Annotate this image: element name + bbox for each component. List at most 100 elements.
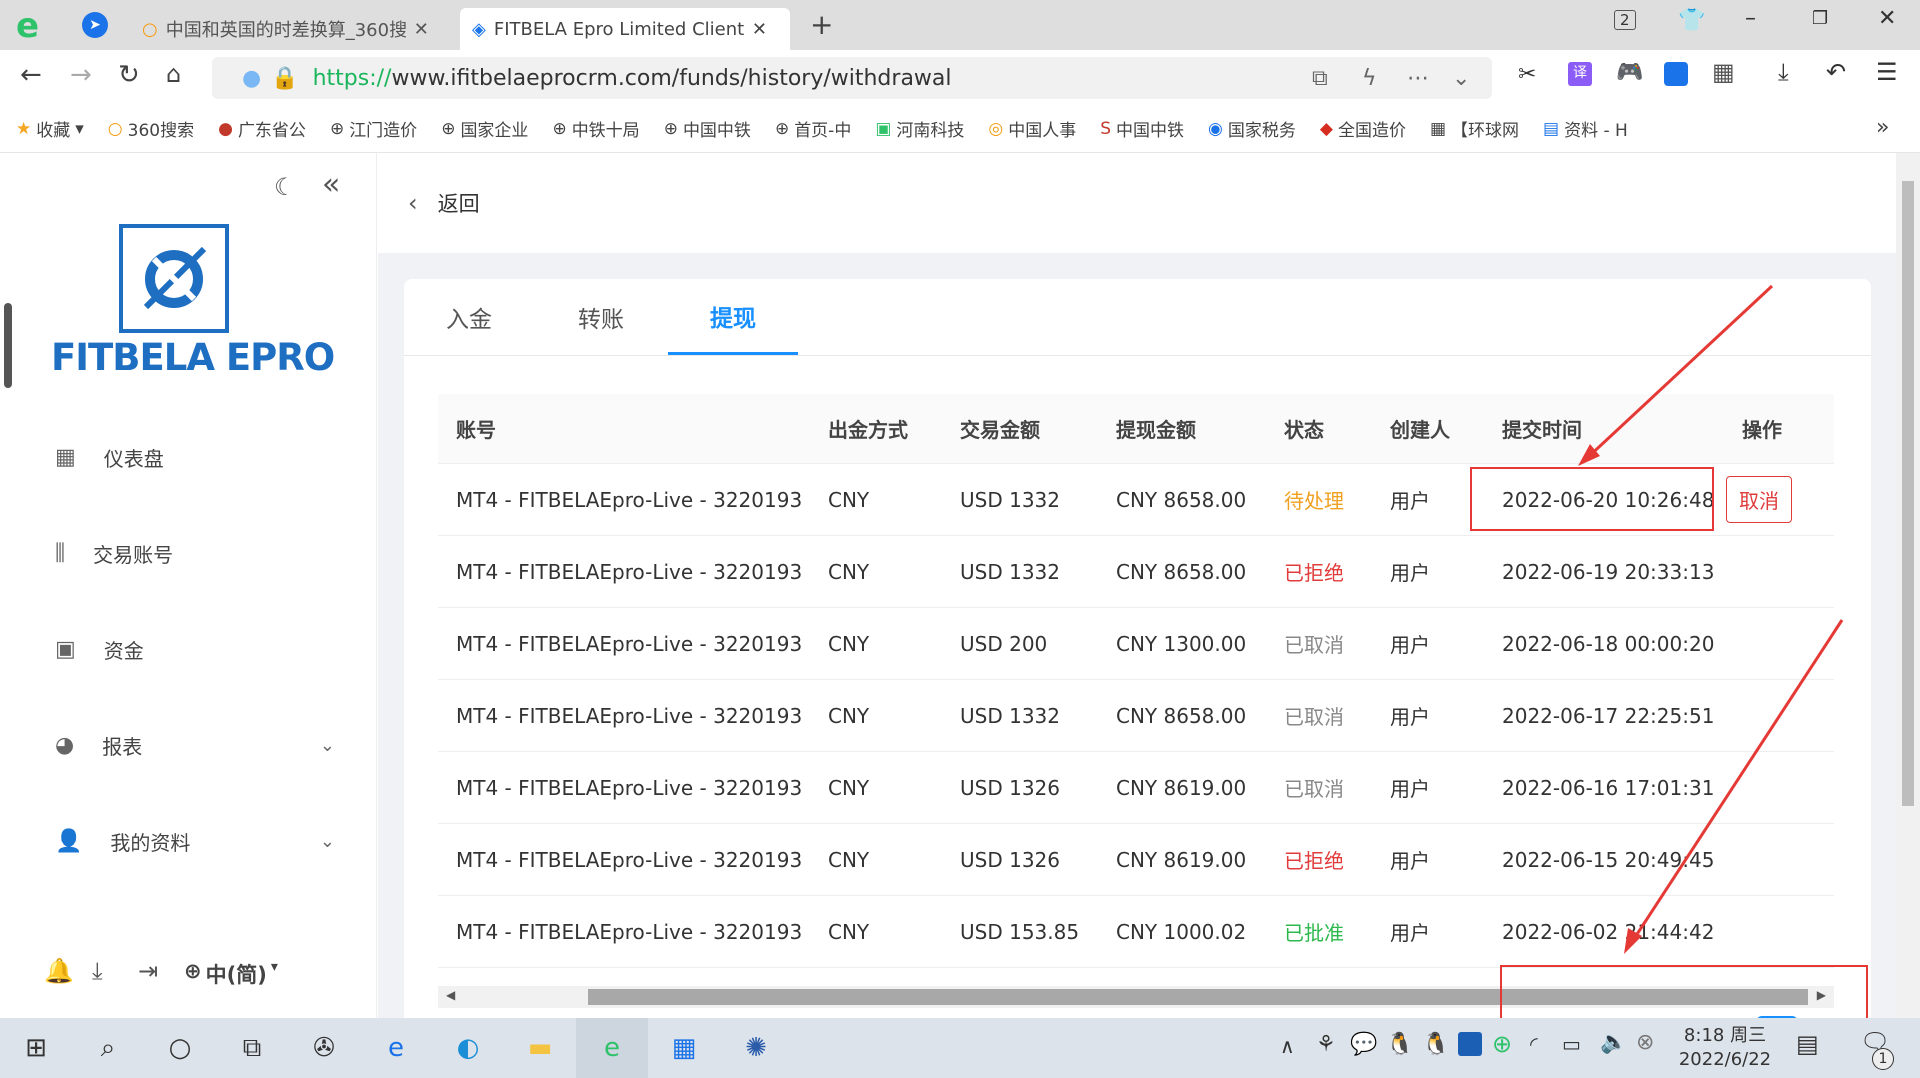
translate-ext-icon[interactable]: 译: [1568, 62, 1592, 86]
tray-baidu-icon[interactable]: ⚘: [1316, 1032, 1336, 1057]
disconnected-icon[interactable]: ⊗: [1636, 1030, 1654, 1055]
reload-icon[interactable]: ↻: [118, 60, 140, 90]
tray-app-icon[interactable]: [1458, 1032, 1482, 1056]
scissors-icon[interactable]: ✂: [1518, 62, 1536, 87]
tab-fitbela[interactable]: ◈ FITBELA Epro Limited Client ✕: [460, 8, 790, 50]
app-pinwheel[interactable]: ✇: [288, 1033, 360, 1063]
tray-360-icon[interactable]: ⊕: [1492, 1030, 1512, 1058]
battery-icon[interactable]: ▭: [1562, 1032, 1581, 1056]
search-icon: ⌕: [100, 1032, 116, 1063]
app-store[interactable]: ▦: [648, 1033, 720, 1063]
extension-icon[interactable]: [1664, 62, 1688, 86]
task-view-button[interactable]: ⧉: [216, 1033, 288, 1064]
cell-submit-time: 2022-06-02 21:44:42: [1502, 919, 1715, 944]
app-explorer[interactable]: ▬: [504, 1033, 576, 1063]
collapse-sidebar-icon[interactable]: «: [322, 167, 340, 202]
cell-status: 已批准: [1284, 921, 1344, 945]
close-tab-icon[interactable]: ✕: [752, 19, 767, 40]
bookmark[interactable]: ▤ 资料 - H: [1543, 116, 1628, 142]
start-button[interactable]: ⊞: [0, 1033, 72, 1063]
show-hidden-icons[interactable]: ∧: [1280, 1034, 1295, 1058]
bookmark[interactable]: ⊕ 江门造价: [330, 116, 417, 142]
apps-icon[interactable]: ▦: [1712, 58, 1735, 86]
url-input[interactable]: ● 🔒 https:// www.ifitbelaeprocrm.com/fun…: [212, 57, 1492, 99]
sidebar-item-funds[interactable]: ▣ 资金: [55, 635, 335, 664]
bookmark[interactable]: ⊕ 中铁十局: [552, 116, 639, 142]
bookmark[interactable]: ⊕ 中国中铁: [664, 116, 751, 142]
language-select[interactable]: ⊕ 中(简) ▾: [184, 959, 278, 989]
wifi-icon[interactable]: ◜: [1530, 1032, 1538, 1056]
app-ie[interactable]: e: [360, 1033, 432, 1063]
app-edge[interactable]: ◐: [432, 1033, 504, 1063]
address-bar-row: ← → ↻ ⌂ ● 🔒 https:// www.ifitbelaeprocrm…: [0, 50, 1920, 105]
lightning-icon[interactable]: ϟ: [1362, 66, 1377, 91]
bookmark[interactable]: ▦ 【环球网: [1429, 116, 1519, 142]
bookmark[interactable]: ▣ 河南科技: [875, 116, 964, 142]
bookmark[interactable]: ○ 360搜索: [108, 116, 194, 142]
site-icon: ◎: [988, 118, 1004, 139]
tray-wechat-icon[interactable]: 💬: [1350, 1032, 1377, 1057]
bookmark[interactable]: ◉ 国家税务: [1208, 116, 1296, 142]
game-icon[interactable]: 🎮: [1616, 60, 1643, 85]
bookmark[interactable]: ◎ 中国人事: [988, 116, 1076, 142]
logout-icon[interactable]: ⇥: [138, 957, 158, 985]
bookmark[interactable]: ◆ 全国造价: [1320, 116, 1406, 142]
cortana-button[interactable]: ○: [144, 1033, 216, 1063]
dark-mode-icon[interactable]: ☾: [274, 173, 296, 201]
tab-timezone[interactable]: ○ 中国和英国的时差换算_360搜 ✕: [130, 8, 450, 50]
tray-qq-icon[interactable]: 🐧: [1386, 1032, 1413, 1057]
close-window-icon[interactable]: ✕: [1878, 6, 1896, 31]
clock[interactable]: 8:18 周三 2022/6/22: [1670, 1024, 1780, 1072]
menu-icon[interactable]: ☰: [1876, 58, 1898, 86]
skin-icon[interactable]: 👕: [1678, 8, 1705, 33]
more-icon[interactable]: ⋯: [1407, 66, 1429, 91]
bell-icon[interactable]: 🔔: [44, 957, 74, 985]
bookmark[interactable]: ⊕ 首页-中: [775, 116, 851, 142]
forward-icon[interactable]: →: [70, 60, 92, 90]
site-icon: ▣: [875, 118, 892, 139]
back-button[interactable]: ‹ 返回: [408, 188, 480, 218]
sidebar-scroll-handle[interactable]: [4, 303, 12, 388]
bookmark-favorites[interactable]: ★ 收藏 ▾: [16, 116, 84, 142]
send-icon[interactable]: ➤: [82, 12, 108, 38]
more-bookmarks-icon[interactable]: »: [1876, 115, 1889, 140]
download-icon[interactable]: ⤓: [1778, 58, 1789, 86]
tab-deposit[interactable]: 入金: [404, 279, 534, 355]
back-icon[interactable]: ←: [20, 60, 42, 90]
site-icon: ▦: [1429, 118, 1447, 139]
bookmark[interactable]: S 中国中铁: [1100, 116, 1184, 142]
sidebar-item-profile[interactable]: 👤 我的资料 ⌄: [55, 827, 335, 856]
sidebar-item-dashboard[interactable]: ▦ 仪表盘: [55, 443, 335, 472]
cell-amount: USD 153.85: [960, 919, 1080, 944]
app-360-browser[interactable]: e: [576, 1018, 648, 1078]
cell-withdraw-amount: CNY 8619.00: [1116, 775, 1247, 800]
volume-icon[interactable]: 🔈: [1600, 1030, 1627, 1055]
new-tab-icon[interactable]: +: [810, 8, 833, 41]
bookmark[interactable]: ● 广东省公: [218, 116, 306, 142]
tab-counter[interactable]: 2: [1614, 10, 1636, 30]
tab-transfer[interactable]: 转账: [536, 279, 666, 355]
cell-creator: 用户: [1390, 489, 1430, 513]
tray-qq-icon[interactable]: 🐧: [1422, 1032, 1449, 1057]
search-button[interactable]: ⌕: [72, 1033, 144, 1064]
close-tab-icon[interactable]: ✕: [414, 19, 429, 40]
app-media[interactable]: ✺: [720, 1033, 792, 1063]
cell-withdraw-amount: CNY 8658.00: [1116, 487, 1247, 512]
sidebar-item-trading-accounts[interactable]: ⫼ 交易账号: [55, 539, 335, 568]
trading-icon: ⫼: [55, 541, 66, 566]
caret-icon: ▾: [75, 118, 84, 139]
chevron-down-icon[interactable]: ⌄: [1452, 66, 1470, 91]
bookmark[interactable]: ⊕ 国家企业: [441, 116, 528, 142]
vertical-scrollbar[interactable]: [1896, 153, 1920, 1018]
undo-icon[interactable]: ↶: [1826, 58, 1846, 86]
cancel-button[interactable]: 取消: [1726, 476, 1792, 523]
restore-icon[interactable]: ❐: [1812, 8, 1828, 29]
scrollbar-thumb[interactable]: [1902, 181, 1914, 806]
sidebar-item-reports[interactable]: ◕ 报表 ⌄: [55, 731, 335, 760]
download-icon[interactable]: ⤓: [92, 957, 103, 985]
translate-icon[interactable]: ⧉: [1312, 66, 1328, 91]
home-icon[interactable]: ⌂: [166, 60, 181, 88]
notes-icon[interactable]: ▤: [1796, 1030, 1819, 1058]
minimize-icon[interactable]: –: [1745, 6, 1756, 31]
tab-withdrawal[interactable]: 提现: [668, 279, 798, 355]
